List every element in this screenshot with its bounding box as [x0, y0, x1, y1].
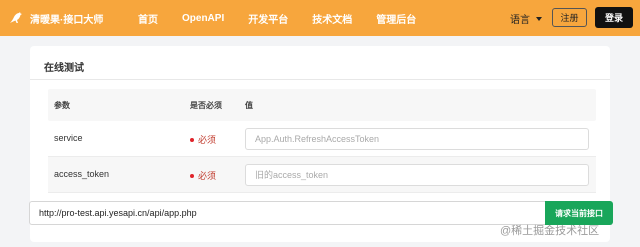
panel-divider: [30, 79, 610, 80]
nav-home[interactable]: 首页: [138, 11, 158, 26]
register-button[interactable]: 注册: [552, 8, 587, 27]
required-label: 必须: [198, 171, 217, 181]
main-nav: 首页 OpenAPI 开发平台 技术文档 管理后台: [138, 0, 440, 36]
nav-dev-platform[interactable]: 开发平台: [248, 11, 288, 26]
access-token-value-input[interactable]: [245, 164, 589, 186]
brand-logo[interactable]: 清暖果·接口大师: [8, 8, 103, 28]
param-name: access_token: [54, 169, 110, 179]
caret-down-icon: [536, 16, 542, 21]
param-name: service: [54, 133, 83, 143]
service-value-input[interactable]: [245, 128, 589, 150]
watermark: @稀土掘金技术社区: [500, 222, 599, 238]
kangaroo-icon: [10, 12, 22, 23]
panel-title: 在线测试: [44, 63, 84, 74]
required-dot-icon: [190, 173, 194, 178]
required-badge: 必须: [190, 133, 216, 146]
nav-openapi[interactable]: OpenAPI: [182, 13, 224, 24]
table-row: access_token 必须: [48, 157, 596, 193]
top-navbar: 清暖果·接口大师 首页 OpenAPI 开发平台 技术文档 管理后台 语言 注册…: [0, 0, 640, 36]
header-value: 值: [245, 101, 253, 110]
required-label: 必须: [198, 135, 217, 145]
request-url-input[interactable]: [29, 201, 545, 225]
required-dot-icon: [190, 137, 194, 142]
nav-docs[interactable]: 技术文档: [312, 11, 352, 26]
language-label: 语言: [510, 15, 530, 26]
nav-admin[interactable]: 管理后台: [376, 11, 416, 26]
required-badge: 必须: [190, 169, 216, 182]
params-table-header: 参数 是否必须 值: [48, 89, 596, 121]
login-button[interactable]: 登录: [595, 7, 633, 28]
header-required: 是否必须: [190, 101, 222, 110]
header-param: 参数: [54, 101, 70, 110]
brand-name: 清暖果·接口大师: [30, 14, 104, 26]
watermark-text: @稀土掘金技术社区: [500, 225, 600, 237]
table-row: service 必须: [48, 121, 596, 157]
language-dropdown[interactable]: 语言: [510, 11, 542, 26]
